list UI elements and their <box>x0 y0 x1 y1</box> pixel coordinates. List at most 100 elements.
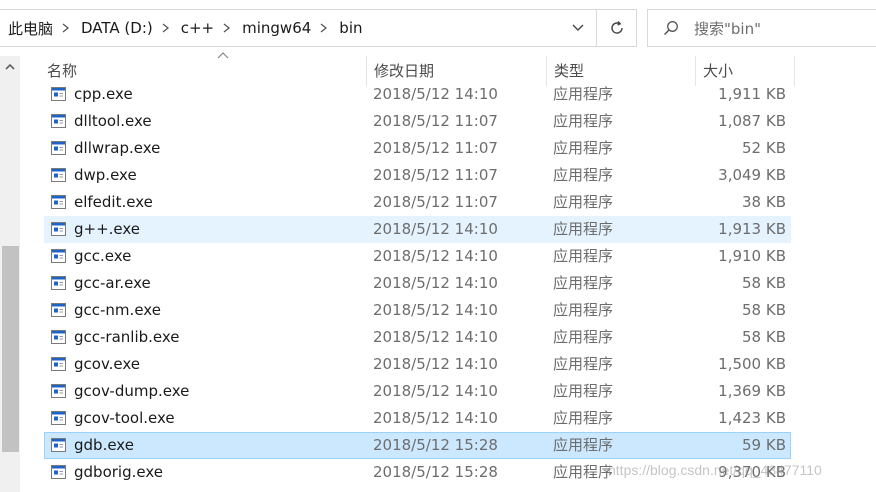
exe-file-icon <box>51 168 66 182</box>
exe-file-icon <box>51 249 66 263</box>
file-row[interactable]: gcov-tool.exe 2018/5/12 14:10 应用程序 1,423… <box>44 405 791 432</box>
search-box[interactable]: 搜索"bin" <box>647 9 876 47</box>
file-type: 应用程序 <box>553 355 614 373</box>
file-row[interactable]: dlltool.exe 2018/5/12 11:07 应用程序 1,087 K… <box>44 108 791 135</box>
file-type: 应用程序 <box>553 247 614 265</box>
column-header-date-label: 修改日期 <box>374 62 435 80</box>
breadcrumb-cpp[interactable]: c++ <box>181 19 220 37</box>
file-type: 应用程序 <box>553 301 614 319</box>
file-type: 应用程序 <box>553 166 614 184</box>
navigation-bar: 此电脑 DATA (D:) c++ mingw64 bin 搜索"bin" <box>0 0 876 56</box>
file-modified-date: 2018/5/12 14:10 <box>373 85 498 103</box>
refresh-button[interactable] <box>596 10 636 46</box>
chevron-right-icon[interactable] <box>220 10 234 46</box>
file-type: 应用程序 <box>553 382 614 400</box>
exe-file-icon <box>51 411 66 425</box>
chevron-right-icon[interactable] <box>159 10 173 46</box>
exe-file-icon <box>51 87 66 101</box>
file-row[interactable]: gcc-nm.exe 2018/5/12 14:10 应用程序 58 KB <box>44 297 791 324</box>
exe-file-icon <box>51 222 66 236</box>
scrollbar-thumb[interactable] <box>2 246 19 452</box>
file-modified-date: 2018/5/12 14:10 <box>373 382 498 400</box>
file-row[interactable]: gcc.exe 2018/5/12 14:10 应用程序 1,910 KB <box>44 243 791 270</box>
file-modified-date: 2018/5/12 11:07 <box>373 193 498 211</box>
file-type: 应用程序 <box>553 193 614 211</box>
file-modified-date: 2018/5/12 14:10 <box>373 409 498 427</box>
breadcrumb-this-pc[interactable]: 此电脑 <box>8 18 59 39</box>
breadcrumb: 此电脑 DATA (D:) c++ mingw64 bin <box>0 10 560 46</box>
file-row[interactable]: gcov-dump.exe 2018/5/12 14:10 应用程序 1,369… <box>44 378 791 405</box>
scroll-up-button[interactable] <box>0 56 20 76</box>
file-size: 38 KB <box>742 193 786 211</box>
file-name: dwp.exe <box>74 166 137 184</box>
file-size: 58 KB <box>742 301 786 319</box>
breadcrumb-bin[interactable]: bin <box>339 19 368 37</box>
file-name: gcov-dump.exe <box>74 382 190 400</box>
address-bar[interactable]: 此电脑 DATA (D:) c++ mingw64 bin <box>0 9 637 47</box>
file-modified-date: 2018/5/12 11:07 <box>373 112 498 130</box>
watermark: https://blog.csdn.net/qq_43477110 <box>608 462 822 478</box>
file-name: dlltool.exe <box>74 112 152 130</box>
breadcrumb-mingw64[interactable]: mingw64 <box>242 19 317 37</box>
file-modified-date: 2018/5/12 15:28 <box>373 463 498 481</box>
sort-ascending-icon <box>217 52 229 59</box>
file-size: 59 KB <box>742 436 786 454</box>
file-size: 1,913 KB <box>718 220 786 238</box>
file-row[interactable]: dllwrap.exe 2018/5/12 11:07 应用程序 52 KB <box>44 135 791 162</box>
file-size: 1,500 KB <box>718 355 786 373</box>
file-name: gcc-ar.exe <box>74 274 151 292</box>
exe-file-icon <box>51 357 66 371</box>
exe-file-icon <box>51 195 66 209</box>
file-modified-date: 2018/5/12 14:10 <box>373 247 498 265</box>
file-list: cpp.exe 2018/5/12 14:10 应用程序 1,911 KB dl… <box>44 81 791 486</box>
file-row[interactable]: gcc-ar.exe 2018/5/12 14:10 应用程序 58 KB <box>44 270 791 297</box>
file-modified-date: 2018/5/12 14:10 <box>373 355 498 373</box>
file-modified-date: 2018/5/12 11:07 <box>373 139 498 157</box>
file-row[interactable]: cpp.exe 2018/5/12 14:10 应用程序 1,911 KB <box>44 81 791 108</box>
file-size: 58 KB <box>742 328 786 346</box>
exe-file-icon <box>51 465 66 479</box>
file-size: 52 KB <box>742 139 786 157</box>
file-type: 应用程序 <box>553 274 614 292</box>
vertical-scrollbar[interactable] <box>0 56 20 492</box>
file-name: elfedit.exe <box>74 193 153 211</box>
search-icon <box>648 10 694 46</box>
file-modified-date: 2018/5/12 15:28 <box>373 436 498 454</box>
file-name: gcov.exe <box>74 355 141 373</box>
file-size: 1,369 KB <box>718 382 786 400</box>
file-size: 58 KB <box>742 274 786 292</box>
chevron-right-icon[interactable] <box>317 10 331 46</box>
file-size: 1,911 KB <box>718 85 786 103</box>
column-header-type-label: 类型 <box>554 62 585 80</box>
breadcrumb-data-drive[interactable]: DATA (D:) <box>81 19 159 37</box>
file-size: 3,049 KB <box>718 166 786 184</box>
search-placeholder[interactable]: 搜索"bin" <box>694 18 761 39</box>
address-history-button[interactable] <box>560 10 596 46</box>
file-type: 应用程序 <box>553 139 614 157</box>
chevron-right-icon[interactable] <box>59 10 73 46</box>
exe-file-icon <box>51 303 66 317</box>
file-type: 应用程序 <box>553 409 614 427</box>
refresh-icon <box>610 21 623 34</box>
file-type: 应用程序 <box>553 85 614 103</box>
file-type: 应用程序 <box>553 463 614 481</box>
file-row[interactable]: dwp.exe 2018/5/12 11:07 应用程序 3,049 KB <box>44 162 791 189</box>
file-row[interactable]: elfedit.exe 2018/5/12 11:07 应用程序 38 KB <box>44 189 791 216</box>
file-modified-date: 2018/5/12 11:07 <box>373 166 498 184</box>
file-row[interactable]: g++.exe 2018/5/12 14:10 应用程序 1,913 KB <box>44 216 791 243</box>
file-name: gdb.exe <box>74 436 134 454</box>
file-row[interactable]: gcov.exe 2018/5/12 14:10 应用程序 1,500 KB <box>44 351 791 378</box>
exe-file-icon <box>51 114 66 128</box>
file-modified-date: 2018/5/12 14:10 <box>373 328 498 346</box>
file-row[interactable]: gcc-ranlib.exe 2018/5/12 14:10 应用程序 58 K… <box>44 324 791 351</box>
column-header-size-label: 大小 <box>703 62 734 80</box>
chevron-down-icon <box>572 24 584 31</box>
file-name: gdborig.exe <box>74 463 163 481</box>
file-modified-date: 2018/5/12 14:10 <box>373 220 498 238</box>
file-row[interactable]: gdb.exe 2018/5/12 15:28 应用程序 59 KB <box>44 432 791 459</box>
file-modified-date: 2018/5/12 14:10 <box>373 274 498 292</box>
file-name: gcov-tool.exe <box>74 409 175 427</box>
file-name: gcc-ranlib.exe <box>74 328 180 346</box>
column-header-name-label: 名称 <box>47 62 78 80</box>
file-name: gcc-nm.exe <box>74 301 161 319</box>
